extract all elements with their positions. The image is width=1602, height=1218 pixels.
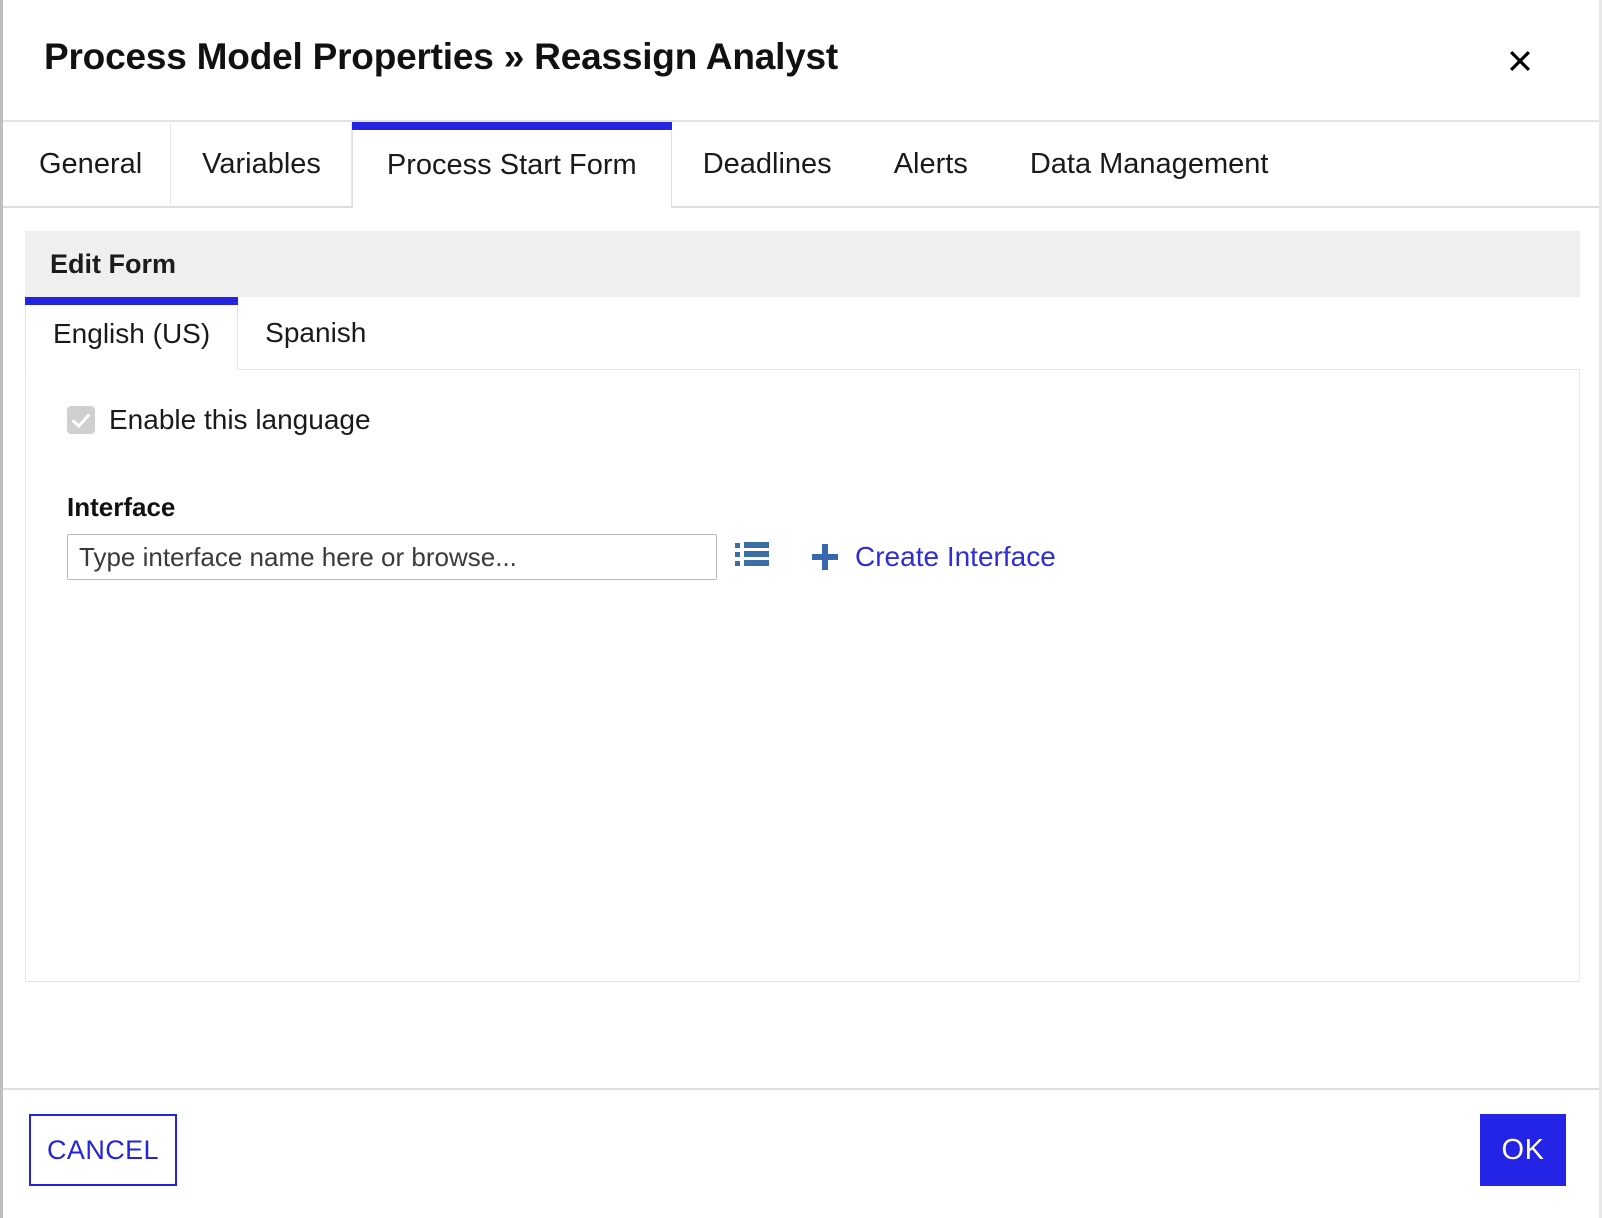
cancel-button[interactable]: CANCEL [29,1114,177,1186]
list-browse-icon[interactable] [735,541,769,573]
tab-variables[interactable]: Variables [171,122,352,206]
language-content-pane: Enable this language Interface Type inte… [25,370,1580,982]
edit-form-header: Edit Form [25,231,1580,297]
page-title: Process Model Properties » Reassign Anal… [44,36,839,77]
close-icon[interactable] [1501,42,1539,80]
main-tabstrip: General Variables Process Start Form Dea… [3,122,1599,208]
interface-field-block: Interface Type interface name here or br… [67,492,1579,580]
dialog-footer: CANCEL OK [3,1088,1599,1218]
tab-deadlines[interactable]: Deadlines [671,122,863,206]
enable-language-checkbox [67,406,95,434]
language-tab-spanish[interactable]: Spanish [238,297,394,369]
edit-form-panel: Edit Form English (US) Spanish Enable th… [25,231,1580,983]
process-model-properties-dialog: Process Model Properties » Reassign Anal… [0,0,1602,1218]
language-tab-english-us-label: English (US) [53,317,211,349]
enable-language-row: Enable this language [67,402,1579,438]
interface-input[interactable] [67,534,717,580]
create-interface-button[interactable]: Create Interface [811,541,1056,573]
language-tab-spanish-label: Spanish [265,317,367,348]
tab-process-start-form[interactable]: Process Start Form [351,122,672,208]
tab-data-management[interactable]: Data Management [998,122,1300,206]
tab-data-management-label: Data Management [1029,148,1269,180]
tab-deadlines-label: Deadlines [702,148,832,180]
create-interface-label: Create Interface [855,541,1056,572]
interface-field-label: Interface [67,492,176,522]
interface-field-row: Create Interface [67,534,1579,580]
tab-general[interactable]: General [6,122,172,206]
tab-alerts-label: Alerts [893,148,968,180]
tab-general-label: General [39,148,143,180]
dialog-titlebar: Process Model Properties » Reassign Anal… [3,0,1599,122]
language-tab-english-us[interactable]: English (US) [25,297,239,370]
tab-alerts[interactable]: Alerts [862,122,999,206]
dialog-body: Edit Form English (US) Spanish Enable th… [3,208,1599,1088]
ok-button[interactable]: OK [1480,1114,1566,1186]
edit-form-header-label: Edit Form [50,248,176,279]
plus-icon [811,543,839,571]
enable-language-label: Enable this language [109,404,371,435]
tab-process-start-form-label: Process Start Form [386,149,637,181]
language-tabstrip: English (US) Spanish [25,297,1580,370]
tab-variables-label: Variables [202,148,321,180]
